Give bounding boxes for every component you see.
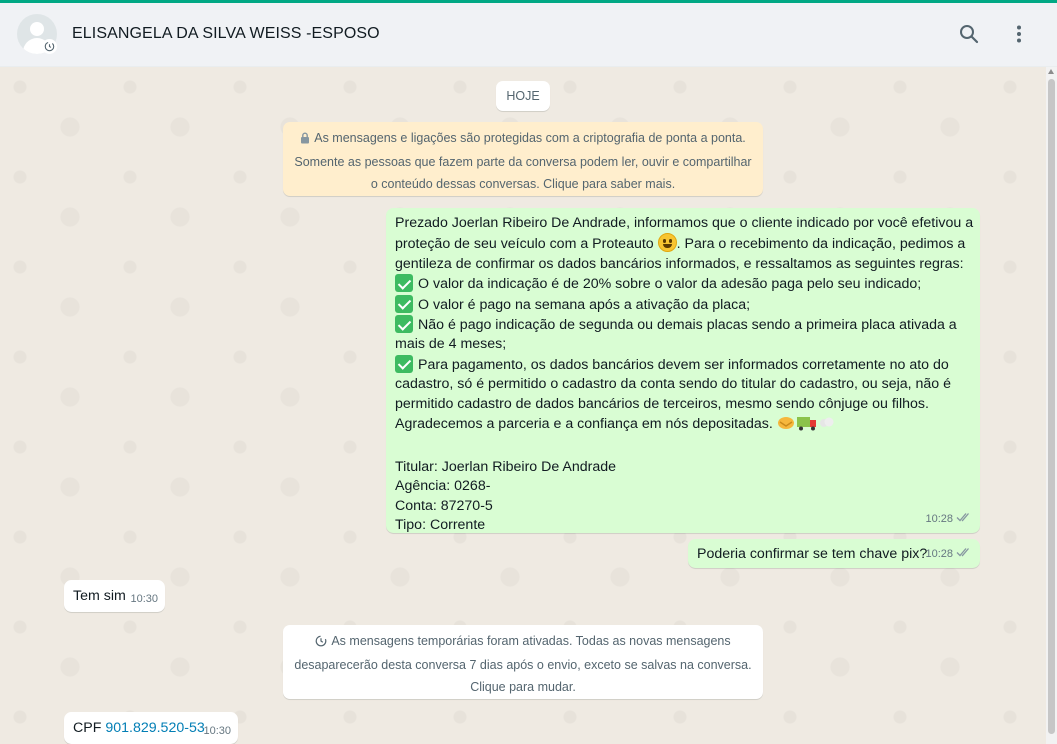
smiley-emoji-icon bbox=[657, 233, 677, 253]
outgoing-message-pix[interactable]: Poderia confirmar se tem chave pix? 10:2… bbox=[688, 539, 980, 568]
check-mark-emoji-icon bbox=[395, 315, 413, 334]
incoming-message-cpf[interactable]: CPF 901.829.520-53 10:30 bbox=[64, 712, 238, 744]
temporary-line-3: Clique para mudar. bbox=[470, 680, 576, 694]
message-text: Tem sim bbox=[73, 588, 126, 604]
message-line: Prezado Joerlan Ribeiro De Andrade, info… bbox=[395, 215, 974, 231]
check-mark-emoji-icon bbox=[395, 354, 413, 373]
chat-scrollbar[interactable] bbox=[1046, 67, 1057, 744]
message-line: proteção de seu veículo com a Proteauto bbox=[395, 236, 654, 253]
check-mark-emoji-icon bbox=[395, 274, 413, 293]
search-icon[interactable] bbox=[956, 21, 982, 47]
account-line: Conta: 87270-5 bbox=[395, 497, 493, 514]
cpf-label: CPF bbox=[73, 720, 102, 736]
message-line: Agradecemos a parceria e a confiança em … bbox=[395, 416, 773, 433]
temporary-messages-notice[interactable]: As mensagens temporárias foram ativadas.… bbox=[283, 625, 763, 699]
encryption-notice[interactable]: As mensagens e ligações são protegidas c… bbox=[283, 122, 763, 196]
double-check-icon bbox=[956, 510, 972, 529]
temporary-line-1: As mensagens temporárias foram ativadas.… bbox=[331, 634, 731, 648]
message-line: gentileza de confirmar os dados bancário… bbox=[395, 255, 964, 272]
account-type-line: Tipo: Corrente bbox=[395, 517, 486, 534]
encryption-line-3: o conteúdo dessas conversas. Clique para… bbox=[370, 177, 676, 191]
message-line: mais de 4 meses; bbox=[395, 336, 507, 353]
message-time: 10:28 bbox=[925, 547, 953, 560]
contact-name[interactable]: ELISANGELA DA SILVA WEISS -ESPOSO bbox=[72, 25, 380, 43]
lock-icon bbox=[300, 129, 310, 151]
temporary-line-2: desaparecerão desta conversa 7 dias após… bbox=[294, 658, 752, 672]
scroll-up-arrow-icon[interactable] bbox=[1048, 69, 1054, 74]
incoming-message-tem-sim[interactable]: Tem sim 10:30 bbox=[64, 580, 165, 612]
message-text: Poderia confirmar se tem chave pix? bbox=[697, 546, 928, 562]
chat-header: ELISANGELA DA SILVA WEISS -ESPOSO bbox=[0, 3, 1057, 67]
message-meta: 10:28 bbox=[925, 545, 972, 564]
message-time: 10:30 bbox=[130, 592, 158, 605]
rule-line: Para pagamento, os dados bancários devem… bbox=[418, 356, 949, 373]
outgoing-message-bank-details[interactable]: Prezado Joerlan Ribeiro De Andrade, info… bbox=[386, 208, 980, 533]
message-meta: 10:28 bbox=[925, 510, 972, 529]
agency-line: Agência: 0268- bbox=[395, 478, 491, 495]
date-chip: HOJE bbox=[496, 81, 550, 111]
scrollbar-thumb[interactable] bbox=[1048, 79, 1055, 734]
rule-line: O valor é pago na semana após a ativação… bbox=[418, 296, 751, 313]
message-line: . Para o recebimento da indicação, pedim… bbox=[676, 236, 966, 253]
handshake-truck-emoji-icon bbox=[777, 414, 837, 438]
encryption-line-1: As mensagens e ligações são protegidas c… bbox=[314, 131, 746, 145]
rule-line: Não é pago indicação de segunda ou demai… bbox=[418, 317, 957, 334]
cpf-number-link[interactable]: 901.829.520-53 bbox=[105, 720, 204, 736]
message-pane[interactable]: HOJE As mensagens e ligações são protegi… bbox=[0, 67, 1046, 744]
double-check-icon bbox=[956, 545, 972, 564]
message-line: cadastro, só é permitido o cadastro da c… bbox=[395, 376, 952, 393]
disappearing-timer-icon bbox=[42, 39, 57, 54]
check-mark-emoji-icon bbox=[395, 294, 413, 313]
disappearing-timer-icon bbox=[315, 632, 327, 654]
avatar-head-shape bbox=[30, 22, 44, 36]
encryption-line-2: Somente as pessoas que fazem parte da co… bbox=[294, 155, 752, 169]
rule-line: O valor da indicação é de 20% sobre o va… bbox=[418, 276, 922, 293]
message-time: 10:28 bbox=[925, 512, 953, 525]
message-time: 10:30 bbox=[203, 724, 231, 737]
account-holder-line: Titular: Joerlan Ribeiro De Andrade bbox=[395, 458, 617, 475]
message-line: permitido cadastro de dados bancários de… bbox=[395, 395, 929, 412]
more-vertical-icon[interactable] bbox=[1006, 21, 1032, 47]
